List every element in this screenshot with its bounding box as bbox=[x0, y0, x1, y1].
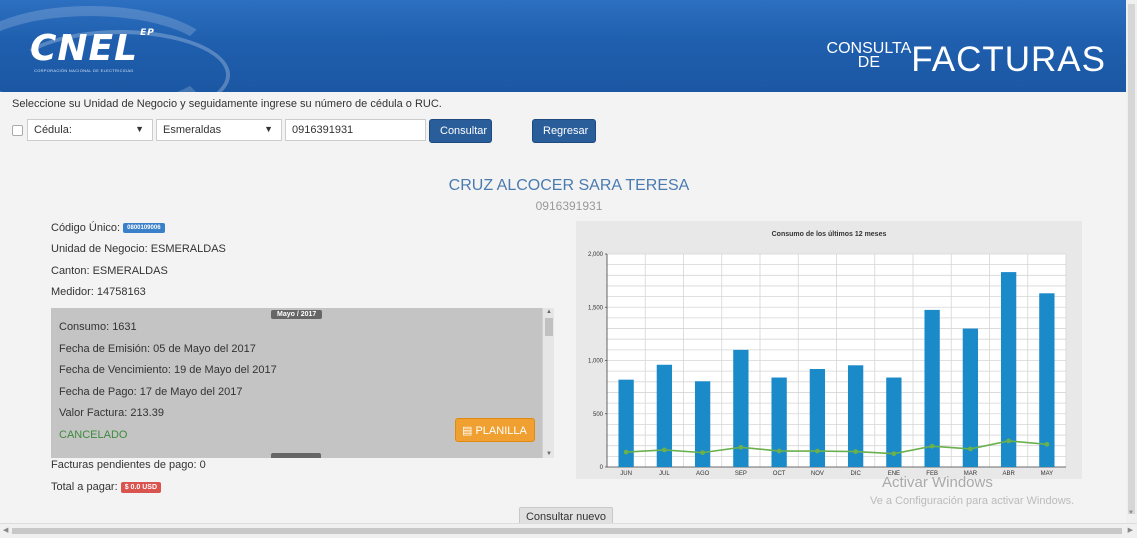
page-vscroll-thumb[interactable] bbox=[1128, 4, 1135, 514]
invoice-consumo: Consumo: 1631 bbox=[59, 321, 137, 333]
scroll-left-icon[interactable]: ◀ bbox=[3, 526, 8, 534]
page-title-small: CONSULTA DE bbox=[827, 41, 912, 71]
x-tick-label: NOV bbox=[811, 471, 824, 477]
scroll-up-icon[interactable]: ▲ bbox=[546, 309, 552, 315]
chart-point bbox=[661, 447, 667, 453]
chart-bar bbox=[924, 309, 940, 467]
id-number-input[interactable]: 0916391931 bbox=[285, 119, 426, 141]
invoice-scrollbar[interactable]: ▲ ▼ bbox=[542, 308, 554, 458]
chart-point bbox=[1006, 438, 1012, 444]
activation-watermark-text: Ve a Configuración para activar Windows. bbox=[870, 495, 1075, 507]
customer-cedula: 0916391931 bbox=[535, 199, 603, 213]
business-unit-select[interactable]: Esmeraldas ▼ bbox=[156, 119, 282, 141]
page-horizontal-scrollbar[interactable]: ◀ ▶ bbox=[0, 523, 1137, 538]
chart-bar bbox=[962, 328, 979, 467]
chart-svg: 0 500 1,000 1,500 2,000 JUN JUL AGO SEP OCT NOV DIC… bbox=[588, 252, 1067, 477]
invoice-status: CANCELADO bbox=[59, 429, 128, 441]
invoice-valor: Valor Factura: 213.39 bbox=[59, 407, 164, 419]
canton-value: ESMERALDAS bbox=[92, 265, 168, 277]
id-type-select[interactable]: Cédula: ▼ bbox=[27, 119, 153, 141]
chart-point bbox=[929, 443, 935, 449]
y-tick-label: 500 bbox=[593, 412, 604, 418]
x-tick-label: SEP bbox=[735, 471, 747, 477]
planilla-button[interactable]: ▤ PLANILLA bbox=[455, 418, 535, 442]
chart-point bbox=[891, 451, 897, 457]
y-tick-label: 2,000 bbox=[588, 252, 604, 258]
medidor: Medidor: 14758163 bbox=[51, 286, 146, 298]
canton-label: Canton: bbox=[51, 265, 90, 277]
next-month-badge bbox=[271, 453, 321, 458]
invoice-scroll-thumb[interactable] bbox=[545, 318, 553, 336]
logo-subtitle: CORPORACIÓN NACIONAL DE ELECTRICIDAD bbox=[34, 68, 134, 73]
invoice-panel[interactable]: Mayo / 2017 Consumo: 1631 Fecha de Emisi… bbox=[51, 308, 554, 458]
page-title: CONSULTA DE FACTURAS bbox=[827, 40, 1106, 79]
consumption-chart: Consumo de los últimos 12 meses 0 500 1,00… bbox=[576, 221, 1082, 479]
chart-point bbox=[1044, 441, 1050, 447]
x-tick-label: ABR bbox=[1002, 471, 1015, 477]
x-tick-label: DIC bbox=[850, 471, 861, 477]
chevron-down-icon: ▼ bbox=[264, 124, 273, 134]
page-vertical-scrollbar[interactable]: ▼ bbox=[1126, 0, 1137, 523]
total-label: Total a pagar: bbox=[51, 481, 118, 493]
scroll-down-icon[interactable]: ▼ bbox=[546, 451, 552, 457]
x-tick-label: JUN bbox=[620, 471, 632, 477]
logo-suffix: EP bbox=[140, 28, 155, 38]
chart-bar bbox=[1000, 272, 1017, 467]
total-to-pay: Total a pagar: $ 0.0 USD bbox=[51, 481, 162, 493]
invoice-vencimiento: Fecha de Vencimiento: 19 de Mayo del 201… bbox=[59, 364, 277, 376]
x-tick-label: OCT bbox=[773, 471, 786, 477]
scroll-right-icon[interactable]: ▶ bbox=[1128, 526, 1133, 534]
codigo-unico: Código Único: 0800109006 bbox=[51, 222, 165, 234]
pending-invoices: Facturas pendientes de pago: 0 bbox=[51, 459, 206, 471]
unidad-negocio: Unidad de Negocio: ESMERALDAS bbox=[51, 243, 226, 255]
invoice-pago: Fecha de Pago: 17 de Mayo del 2017 bbox=[59, 386, 243, 398]
chart-point bbox=[967, 446, 973, 452]
x-tick-label: JUL bbox=[659, 471, 670, 477]
logo-text: CNEL bbox=[30, 28, 139, 69]
y-tick-label: 0 bbox=[600, 465, 604, 471]
chart-point bbox=[700, 450, 706, 456]
chevron-down-icon: ▼ bbox=[135, 124, 144, 134]
chart-point bbox=[738, 444, 744, 450]
canton: Canton: ESMERALDAS bbox=[51, 265, 168, 277]
regresar-button[interactable]: Regresar bbox=[532, 119, 596, 143]
header-banner: CNEL EP CORPORACIÓN NACIONAL DE ELECTRICI… bbox=[0, 0, 1126, 92]
medidor-label: Medidor: bbox=[51, 286, 94, 298]
chart-point bbox=[623, 449, 629, 455]
document-icon: ▤ bbox=[462, 425, 473, 437]
cnel-logo: CNEL EP bbox=[30, 28, 155, 69]
codigo-badge: 0800109006 bbox=[123, 223, 165, 234]
medidor-value: 14758163 bbox=[96, 286, 146, 298]
chart-point bbox=[814, 448, 820, 454]
chart-bar bbox=[771, 377, 787, 467]
page-title-big: FACTURAS bbox=[911, 40, 1106, 79]
codigo-label: Código Único: bbox=[51, 222, 121, 234]
remember-checkbox[interactable] bbox=[12, 125, 23, 136]
total-badge: $ 0.0 USD bbox=[120, 481, 162, 493]
invoice-emision: Fecha de Emisión: 05 de Mayo del 2017 bbox=[59, 343, 256, 355]
instructions-text: Seleccione su Unidad de Negocio y seguid… bbox=[12, 98, 442, 110]
page-title-bottom: DE bbox=[857, 54, 881, 71]
chart-bar bbox=[1039, 293, 1055, 467]
x-tick-label: AGO bbox=[696, 471, 710, 477]
activation-watermark-title: Activar Windows bbox=[882, 474, 993, 491]
unidad-label: Unidad de Negocio: bbox=[51, 243, 148, 255]
business-unit-value: Esmeraldas bbox=[163, 124, 222, 136]
scroll-down-icon[interactable]: ▼ bbox=[1128, 510, 1134, 516]
customer-name: CRUZ ALCOCER SARA TERESA bbox=[448, 177, 690, 194]
y-tick-label: 1,500 bbox=[588, 305, 604, 311]
planilla-label: PLANILLA bbox=[475, 425, 527, 437]
chart-point bbox=[853, 449, 859, 454]
unidad-value: ESMERALDAS bbox=[150, 243, 226, 255]
invoice-month-badge: Mayo / 2017 bbox=[271, 310, 323, 319]
y-tick-label: 1,000 bbox=[588, 359, 604, 365]
chart-point bbox=[776, 448, 782, 454]
consultar-button[interactable]: Consultar bbox=[429, 119, 492, 143]
id-type-value: Cédula: bbox=[34, 124, 72, 136]
page-hscroll-thumb[interactable] bbox=[12, 528, 1122, 534]
x-tick-label: MAY bbox=[1041, 471, 1054, 477]
